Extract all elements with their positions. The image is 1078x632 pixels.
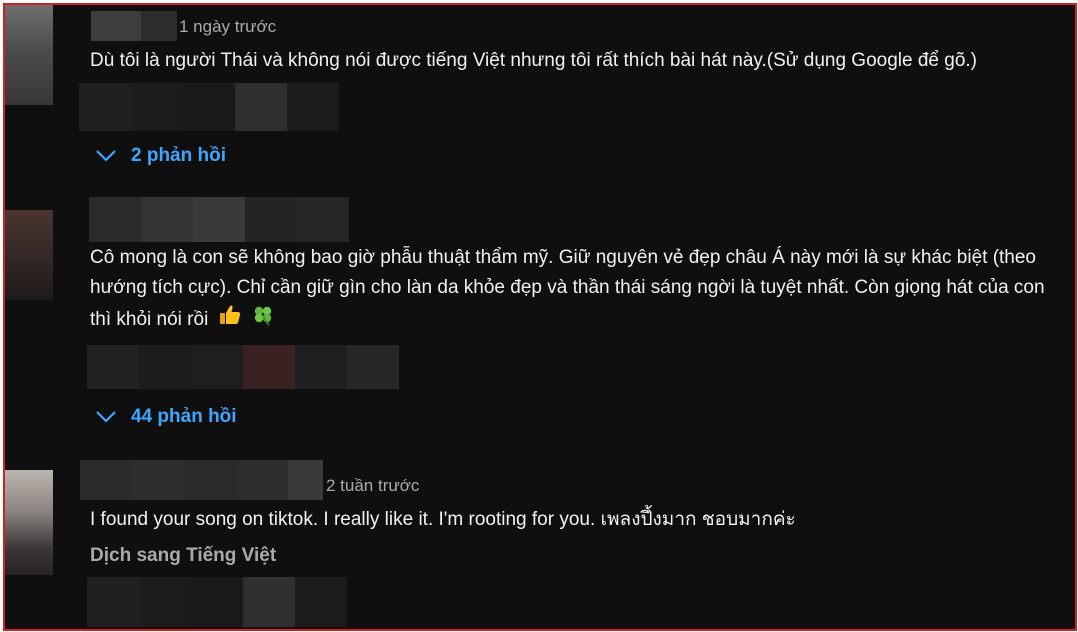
chevron-down-icon bbox=[96, 411, 116, 423]
action-bar-blur-d bbox=[243, 345, 295, 389]
comment-timestamp[interactable]: 1 ngày trước bbox=[179, 17, 276, 37]
replies-label: 44 phản hồi bbox=[131, 406, 237, 427]
show-replies-button[interactable]: 2 phản hồi bbox=[95, 145, 226, 167]
author-name-blur-b bbox=[141, 197, 193, 242]
translate-button[interactable]: Dịch sang Tiếng Việt bbox=[90, 545, 276, 567]
action-bar-blur-b bbox=[139, 577, 191, 627]
comments-panel: 1 ngày trước Dù tôi là người Thái và khô… bbox=[3, 3, 1077, 631]
comment-text: Cô mong là con sẽ không bao giờ phẫu thu… bbox=[90, 243, 1065, 337]
replies-label: 2 phản hồi bbox=[131, 145, 226, 166]
author-name-blur-d bbox=[245, 197, 297, 242]
author-name-blur-e bbox=[297, 197, 349, 242]
chevron-down-icon bbox=[96, 150, 116, 162]
action-bar-blur-a bbox=[87, 577, 139, 627]
action-bar-blur-e bbox=[295, 345, 347, 389]
action-bar-blur-c bbox=[183, 83, 235, 131]
action-bar-blur-e bbox=[295, 577, 347, 627]
action-bar-blur-e bbox=[287, 83, 339, 131]
show-replies-button[interactable]: 44 phản hồi bbox=[95, 406, 237, 428]
action-bar-blur-f bbox=[347, 345, 399, 389]
avatar[interactable] bbox=[5, 5, 53, 105]
thumbs-up-icon bbox=[218, 303, 242, 337]
author-name-blur-a bbox=[89, 197, 141, 242]
author-name-blur-c bbox=[193, 197, 245, 242]
action-bar-blur-d bbox=[243, 577, 295, 627]
author-name-blur-e bbox=[288, 460, 323, 500]
action-bar-blur-a bbox=[87, 345, 139, 389]
comment-text: I found your song on tiktok. I really li… bbox=[90, 509, 796, 530]
author-name-blur-b bbox=[132, 460, 184, 500]
action-bar-blur-c bbox=[191, 577, 243, 627]
author-name-blur-c bbox=[184, 460, 236, 500]
avatar[interactable] bbox=[5, 470, 53, 575]
action-bar-blur-b bbox=[131, 83, 183, 131]
action-bar-blur-d bbox=[235, 83, 287, 131]
author-name-blur-a bbox=[80, 460, 132, 500]
four-leaf-clover-icon bbox=[251, 303, 275, 337]
author-name-blur-d bbox=[236, 460, 288, 500]
avatar[interactable] bbox=[5, 210, 53, 300]
action-bar-blur-c bbox=[191, 345, 243, 389]
author-name-blurred[interactable] bbox=[91, 11, 141, 41]
action-bar-blur-a bbox=[79, 83, 131, 131]
author-name-blurred-part bbox=[141, 11, 177, 41]
comment-timestamp[interactable]: 2 tuần trước bbox=[326, 476, 419, 496]
comment-text: Dù tôi là người Thái và không nói được t… bbox=[90, 50, 977, 71]
action-bar-blur-b bbox=[139, 345, 191, 389]
